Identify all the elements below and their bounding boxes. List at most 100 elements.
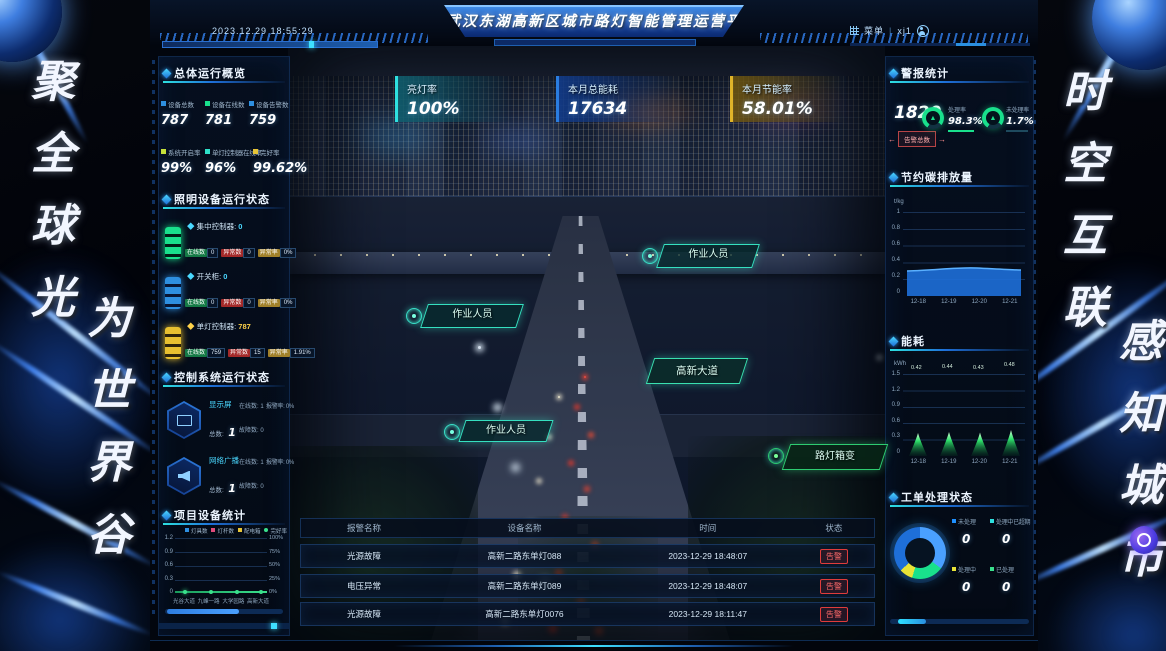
map-marker-icon[interactable]: [768, 448, 784, 464]
energy-value-label: 0.42: [911, 365, 922, 371]
stat-cell: 设备告警数 759: [249, 99, 289, 128]
workorder-donut-chart: [894, 527, 946, 579]
legend-square-icon: [990, 567, 994, 571]
stat-square-icon: [161, 149, 166, 154]
map-tag-worker-2[interactable]: 作业人员: [656, 244, 760, 268]
control-row: 显示屏 总数: 1 在线数: 1 报警率: 0% 故障数: 0: [163, 397, 287, 447]
carbon-area-chart: [903, 212, 1025, 296]
selector-arrow-right-icon[interactable]: →: [938, 135, 946, 144]
floating-widget-button[interactable]: [1130, 526, 1158, 554]
section-bullet-icon: [162, 510, 172, 520]
online-pill-value: 0: [207, 298, 218, 308]
card-value: 58.01%: [742, 99, 837, 119]
online-pill-label: 在线数: [185, 249, 207, 257]
left-panel-bottom-tick[interactable]: [271, 623, 277, 629]
single-lamp-controller-device-icon: [165, 327, 181, 359]
card-monthly-saving-rate: 本月节能率 58.01%: [730, 76, 846, 122]
header-progress-track-left[interactable]: [162, 41, 378, 48]
stat-value: 96%: [205, 161, 249, 176]
project-y-axis-left: 1.20.90.60.30: [161, 535, 173, 595]
legend-square-icon: [990, 519, 994, 523]
selector-arrow-left-icon[interactable]: ←: [888, 135, 896, 144]
right-art-panel: 时空互联 感知城市: [1038, 0, 1166, 651]
gauge-value: 1.7%: [1006, 116, 1033, 127]
project-scrollbar-track[interactable]: [165, 609, 283, 614]
right-scrollbar-thumb[interactable]: [898, 619, 926, 624]
stat-square-icon: [205, 149, 210, 154]
gauge-label: 未处理率: [1006, 105, 1033, 114]
energy-value-label: 0.48: [1004, 362, 1015, 368]
concentrator-device-icon: [165, 227, 181, 259]
lighting-row-count: 787: [238, 322, 251, 331]
map-tag-road[interactable]: 高新大道: [646, 358, 748, 384]
section-title: 总体运行概览: [174, 65, 246, 81]
map-marker-icon[interactable]: [406, 308, 422, 324]
right-slogan-column-1: 时空互联: [1048, 68, 1112, 428]
legend-square-icon: [238, 528, 242, 532]
section-energy: 能耗: [890, 333, 1029, 351]
control-row: 网络广播 总数: 1 在线数: 1 报警率: 0% 故障数: 0: [163, 453, 287, 503]
user-name[interactable]: xj1: [897, 26, 912, 36]
alarm-table-row[interactable]: 光源故障 高新二路东单灯0076 2023-12-29 18:11:47 告警: [300, 602, 875, 626]
right-slogan-column-2: 感知城市: [1104, 318, 1166, 651]
alarm-table-header: 报警名称 设备名称 时间 状态: [300, 518, 875, 538]
stat-value: 99%: [161, 161, 205, 176]
lighting-row: ◆ 单灯控制器: 787 在线数759异常数15异常率1.91%: [163, 319, 287, 365]
workorder-legend-item: 未处理 0: [952, 517, 990, 546]
left-slogan-column-1: 聚全球光: [16, 58, 80, 418]
stat-cell: 设备在线数 781: [205, 99, 249, 128]
project-x-axis: 光谷大道九峰一路大学园路高新大道: [173, 597, 269, 605]
alarm-table-row[interactable]: 光源故障 高新二路东单灯088 2023-12-29 18:48:07 告警: [300, 544, 875, 568]
section-title: 照明设备运行状态: [174, 191, 270, 207]
stat-value: 99.62%: [253, 161, 289, 176]
energy-value-label: 0.43: [973, 365, 984, 371]
section-carbon: 节约碳排放量: [890, 169, 1029, 187]
carbon-y-axis: 10.80.60.40.20: [888, 209, 900, 295]
legend-value: 0: [1002, 532, 1033, 546]
map-tag-light-box[interactable]: 路灯箱变: [782, 444, 888, 470]
header-progress-thumb[interactable]: [309, 41, 314, 48]
section-title: 节约碳排放量: [901, 169, 973, 185]
right-scrollbar-track[interactable]: [890, 619, 1029, 624]
map-tag-worker-1[interactable]: 作业人员: [420, 304, 524, 328]
rate-pill-value: 1.91%: [290, 348, 315, 358]
abnormal-pill-value: 0: [243, 248, 254, 258]
gauge-underline: [948, 130, 974, 132]
menu-icon[interactable]: [850, 26, 859, 35]
map-marker-icon[interactable]: [444, 424, 460, 440]
rate-pill-value: 0%: [280, 248, 297, 258]
abnormal-pill-label: 异常数: [221, 249, 243, 257]
deco-dots-left: [152, 60, 155, 620]
header-bar: 武汉东湖高新区城市路灯智能管理运营平台 2023.12.29 18:55:29 …: [150, 0, 1038, 46]
lighting-row: ◆ 开关柜: 0 在线数0异常数0异常率0%: [163, 269, 287, 315]
left-panel: 总体运行概览 设备总数 787 设备在线数 781 设备告警数 759 系统开启…: [158, 56, 290, 636]
energy-peak-chart: [903, 374, 1025, 456]
legend-value: 0: [1002, 580, 1033, 594]
section-underline: [163, 385, 285, 387]
card-label: 亮灯率: [407, 81, 502, 96]
project-line-series: [175, 591, 267, 593]
lighting-row-name: ◆ 集中控制器: 0: [187, 221, 242, 232]
selector-value[interactable]: 告警总数: [898, 131, 936, 147]
section-underline: [890, 505, 1029, 507]
online-pill-label: 在线数: [185, 349, 207, 357]
stat-value: 787: [161, 113, 205, 128]
header-progress-thumb-right[interactable]: [956, 43, 986, 46]
alarm-time: 2023-12-29 18:11:47: [622, 609, 794, 619]
project-scrollbar-thumb[interactable]: [167, 609, 239, 614]
alarm-table-row[interactable]: 电压异常 高新二路东单灯089 2023-12-29 18:48:07 告警: [300, 574, 875, 598]
header-progress-track-right[interactable]: [850, 43, 1030, 46]
map-marker-icon[interactable]: [642, 248, 658, 264]
lighting-row-count: 0: [238, 222, 242, 231]
dashboard-footer: [150, 640, 1038, 651]
lighting-row-pills: 在线数0异常数0异常率0%: [185, 241, 299, 259]
section-underline: [163, 207, 285, 209]
left-panel-bottom-bar[interactable]: [159, 623, 289, 629]
stat-cell: 系统开启率 99%: [161, 147, 205, 176]
menu-label[interactable]: 菜单: [864, 24, 884, 37]
card-lighting-rate: 亮灯率 100%: [395, 76, 511, 122]
user-avatar-icon[interactable]: [917, 25, 929, 37]
map-tag-worker-3[interactable]: 作业人员: [458, 420, 553, 442]
stat-square-icon: [253, 149, 258, 154]
col-header: 时间: [622, 522, 794, 534]
